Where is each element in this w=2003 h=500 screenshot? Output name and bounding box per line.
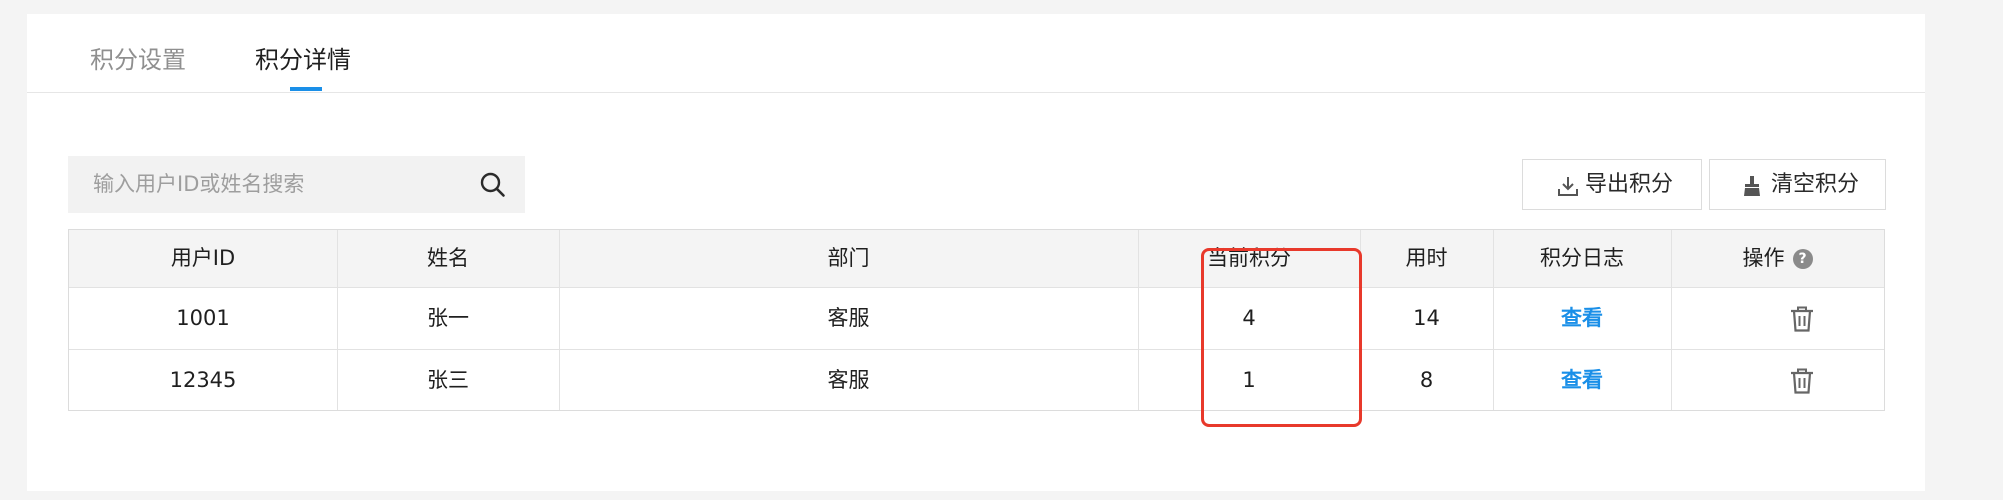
- column-divider: [559, 230, 560, 410]
- column-divider: [1671, 230, 1672, 410]
- cell-user-id: 1001: [176, 306, 230, 330]
- cell-points-log: 查看: [1493, 288, 1671, 349]
- cell-department: 客服: [827, 368, 870, 392]
- header-actions-label: 操作: [1742, 246, 1785, 270]
- view-log-link[interactable]: 查看: [1561, 368, 1603, 392]
- header-time-used: 用时: [1405, 246, 1448, 270]
- cell-actions: [1671, 350, 1884, 411]
- column-divider: [337, 230, 338, 410]
- trash-icon[interactable]: [1789, 305, 1815, 333]
- current-points-highlight: [1201, 248, 1362, 427]
- search-icon[interactable]: [478, 170, 508, 200]
- broom-icon: [1744, 176, 1760, 196]
- cell-points-log: 查看: [1493, 350, 1671, 411]
- download-icon: [1558, 177, 1578, 196]
- header-points-log: 积分日志: [1540, 246, 1624, 270]
- active-tab-indicator: [290, 87, 322, 91]
- export-points-button[interactable]: 导出积分: [1522, 159, 1702, 210]
- help-icon[interactable]: ?: [1792, 249, 1813, 269]
- tab-points-settings[interactable]: 积分设置: [90, 44, 186, 76]
- cell-name: 张三: [427, 368, 469, 392]
- header-actions: 操作?: [1671, 230, 1884, 287]
- export-points-label: 导出积分: [1585, 172, 1674, 197]
- header-department: 部门: [827, 246, 870, 270]
- cell-user-id: 12345: [169, 368, 237, 392]
- clear-points-label: 清空积分: [1771, 172, 1860, 197]
- clear-points-button[interactable]: 清空积分: [1709, 159, 1886, 210]
- tab-bar: 积分设置 积分详情: [27, 14, 1925, 93]
- cell-time-used: 8: [1419, 368, 1434, 392]
- column-divider: [1138, 230, 1139, 410]
- cell-time-used: 14: [1413, 306, 1440, 330]
- header-name: 姓名: [427, 246, 469, 270]
- cell-department: 客服: [827, 306, 870, 330]
- points-table: 用户ID 姓名 部门 当前积分 用时 积分日志 操作? 1001 张一 客服 4…: [68, 229, 1885, 411]
- cell-actions: [1671, 288, 1884, 349]
- search-input[interactable]: 输入用户ID或姓名搜索: [68, 156, 525, 213]
- table-header-row: 用户ID 姓名 部门 当前积分 用时 积分日志 操作?: [69, 230, 1884, 288]
- table-row: 1001 张一 客服 4 14 查看: [69, 288, 1884, 350]
- trash-icon[interactable]: [1789, 367, 1815, 395]
- column-divider: [1493, 230, 1494, 410]
- view-log-link[interactable]: 查看: [1561, 306, 1603, 330]
- table-row: 12345 张三 客服 1 8 查看: [69, 350, 1884, 411]
- search-placeholder: 输入用户ID或姓名搜索: [93, 172, 305, 196]
- tab-points-details[interactable]: 积分详情: [255, 44, 351, 76]
- cell-name: 张一: [427, 306, 469, 330]
- header-user-id: 用户ID: [170, 246, 236, 270]
- points-panel: 积分设置 积分详情 输入用户ID或姓名搜索 导出积分 清空积分 用户ID 姓名 …: [27, 14, 1925, 491]
